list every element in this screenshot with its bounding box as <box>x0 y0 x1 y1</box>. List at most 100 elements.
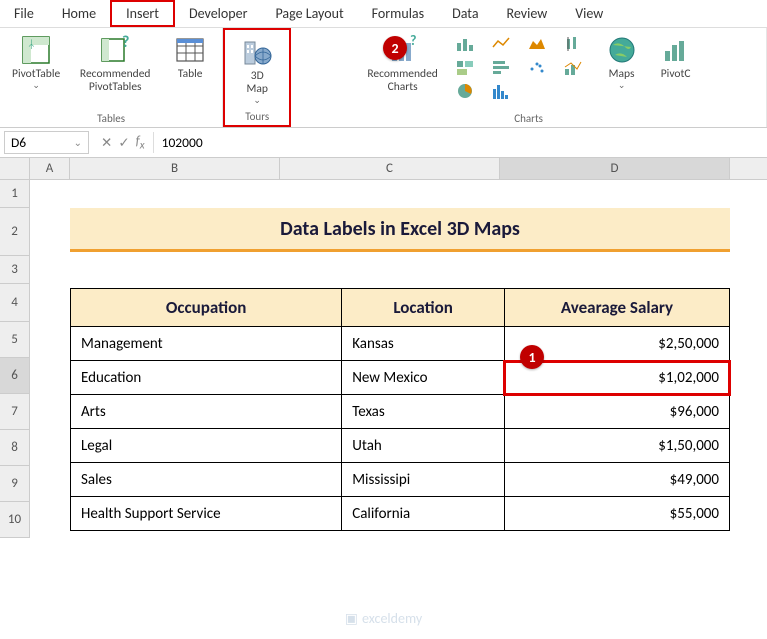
table-label: Table <box>178 68 203 81</box>
area-chart-icon[interactable] <box>526 34 548 52</box>
name-box[interactable]: D6 ⌄ <box>4 131 89 154</box>
column-chart-icon[interactable] <box>454 34 476 52</box>
tables-group-label: Tables <box>97 112 125 125</box>
data-area: Data Labels in Excel 3D Maps Occupation … <box>70 208 730 531</box>
charts-group-label: Charts <box>514 112 543 125</box>
table-row: Health Support Service California $55,00… <box>71 497 730 531</box>
recommended-pivot-button[interactable]: ? Recommended PivotTables <box>70 32 160 96</box>
combo-chart-icon[interactable] <box>562 58 584 76</box>
cell[interactable]: California <box>342 497 505 531</box>
row-header-3[interactable]: 3 <box>0 256 30 284</box>
col-header-c[interactable]: C <box>280 158 500 179</box>
row-header-8[interactable]: 8 <box>0 430 30 466</box>
menu-view[interactable]: View <box>561 0 617 27</box>
pivot-chart-button[interactable]: PivotC <box>652 32 700 83</box>
recommended-charts-label: Recommended Charts <box>367 68 438 94</box>
maps-button[interactable]: Maps ⌄ <box>598 32 646 94</box>
table-row: Management Kansas $2,50,000 <box>71 327 730 361</box>
header-location[interactable]: Location <box>342 289 505 327</box>
row-header-6[interactable]: 6 <box>0 358 30 394</box>
data-title: Data Labels in Excel 3D Maps <box>70 208 730 252</box>
cell[interactable]: $96,000 <box>504 395 729 429</box>
watermark-icon: ▣ <box>345 610 358 627</box>
watermark: ▣ exceldemy <box>345 610 422 627</box>
scatter-chart-icon[interactable] <box>526 58 548 76</box>
menu-review[interactable]: Review <box>493 0 562 27</box>
menu-page-layout[interactable]: Page Layout <box>261 0 357 27</box>
chevron-down-icon: ⌄ <box>253 96 261 106</box>
cell[interactable]: New Mexico <box>342 361 505 395</box>
cell[interactable]: Management <box>71 327 342 361</box>
worksheet: A B C D 1 2 3 4 5 6 7 8 9 10 Data Labels… <box>0 158 767 538</box>
stock-chart-icon[interactable] <box>562 34 584 52</box>
line-chart-icon[interactable] <box>490 34 512 52</box>
cell[interactable]: Utah <box>342 429 505 463</box>
menu-data[interactable]: Data <box>438 0 492 27</box>
cell[interactable]: Arts <box>71 395 342 429</box>
select-all-corner[interactable] <box>0 158 30 179</box>
enter-icon[interactable]: ✓ <box>118 134 129 151</box>
menu-home[interactable]: Home <box>48 0 110 27</box>
hierarchy-chart-icon[interactable] <box>454 58 476 76</box>
row-header-1[interactable]: 1 <box>0 180 30 208</box>
table-icon <box>174 34 206 66</box>
ribbon-group-tours: 3D Map ⌄ Tours <box>223 28 291 127</box>
formula-bar: D6 ⌄ ✕ ✓ fx 102000 <box>0 128 767 158</box>
recommended-pivot-icon: ? <box>99 34 131 66</box>
header-occupation[interactable]: Occupation <box>71 289 342 327</box>
callout-2: 2 <box>383 36 407 60</box>
cell[interactable]: Sales <box>71 463 342 497</box>
row-header-9[interactable]: 9 <box>0 466 30 502</box>
table-button[interactable]: Table <box>166 32 214 83</box>
row-header-5[interactable]: 5 <box>0 322 30 358</box>
pivot-chart-label: PivotC <box>661 68 691 81</box>
watermark-text: exceldemy <box>362 610 422 627</box>
ribbon-group-charts: ? Recommended Charts <box>291 28 767 127</box>
data-table: Occupation Location Avearage Salary Mana… <box>70 288 730 531</box>
cancel-icon[interactable]: ✕ <box>101 134 112 151</box>
cell[interactable]: Kansas <box>342 327 505 361</box>
pivot-table-icon <box>20 34 52 66</box>
menu-file[interactable]: File <box>0 0 48 27</box>
cell[interactable]: Legal <box>71 429 342 463</box>
chart-type-grid <box>454 32 592 102</box>
callout-1: 1 <box>520 345 544 369</box>
cell[interactable]: Mississipi <box>342 463 505 497</box>
row-header-2[interactable]: 2 <box>0 208 30 256</box>
menu-insert[interactable]: Insert <box>110 0 175 27</box>
chevron-down-icon: ⌄ <box>74 136 82 149</box>
col-header-a[interactable]: A <box>30 158 70 179</box>
row-header-10[interactable]: 10 <box>0 502 30 538</box>
col-header-b[interactable]: B <box>70 158 280 179</box>
globe-building-icon <box>241 36 273 68</box>
cell[interactable]: $49,000 <box>504 463 729 497</box>
cell[interactable]: Health Support Service <box>71 497 342 531</box>
pie-chart-icon[interactable] <box>454 82 476 100</box>
row-header-7[interactable]: 7 <box>0 394 30 430</box>
recommended-pivot-label: Recommended PivotTables <box>80 68 151 94</box>
chevron-down-icon: ⌄ <box>618 81 626 91</box>
cell[interactable]: Education <box>71 361 342 395</box>
column-headers: A B C D <box>0 158 767 180</box>
ribbon-group-tables: PivotTable ⌄ ? Recommended PivotTables T… <box>0 28 223 127</box>
tours-group-label: Tours <box>245 110 269 123</box>
formula-input[interactable]: 102000 <box>153 132 767 153</box>
header-salary[interactable]: Avearage Salary <box>504 289 729 327</box>
svg-text:?: ? <box>410 35 417 49</box>
menu-developer[interactable]: Developer <box>175 0 261 27</box>
3d-map-label: 3D Map <box>247 70 268 96</box>
cell[interactable]: $55,000 <box>504 497 729 531</box>
row-header-4[interactable]: 4 <box>0 284 30 322</box>
pivot-table-button[interactable]: PivotTable ⌄ <box>8 32 64 94</box>
bar-chart-icon[interactable] <box>490 58 512 76</box>
col-header-d[interactable]: D <box>500 158 730 179</box>
cell[interactable]: $1,50,000 <box>504 429 729 463</box>
cell[interactable]: Texas <box>342 395 505 429</box>
menu-formulas[interactable]: Formulas <box>358 0 438 27</box>
menu-bar: File Home Insert Developer Page Layout F… <box>0 0 767 28</box>
table-row: Arts Texas $96,000 <box>71 395 730 429</box>
3d-map-button[interactable]: 3D Map ⌄ <box>233 34 281 109</box>
table-row: Sales Mississipi $49,000 <box>71 463 730 497</box>
histogram-icon[interactable] <box>490 82 512 100</box>
fx-icon[interactable]: fx <box>136 132 145 153</box>
